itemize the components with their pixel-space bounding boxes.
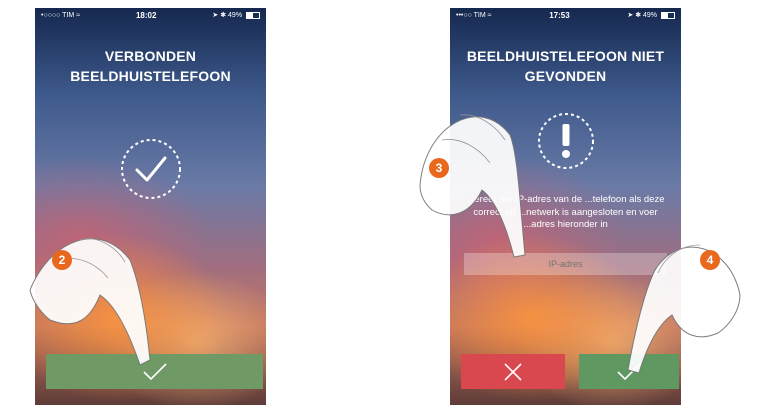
status-time: 18:02 <box>135 10 157 20</box>
pointing-hand-illustration <box>627 244 741 374</box>
battery-icon <box>660 11 675 19</box>
page-title: VERBONDEN BEELDHUISTELEFOON <box>35 46 266 86</box>
battery-icon <box>246 11 260 19</box>
location-icon: ➤ <box>212 12 219 19</box>
carrier-label: •••○○ TIM <box>456 11 486 19</box>
step-badge-4: 4 <box>700 250 720 270</box>
status-bar: •••○○ TIM ≈ 17:53 ➤ ✱ 49% <box>450 8 681 22</box>
pointing-hand-illustration <box>419 114 526 258</box>
wifi-icon: ≈ <box>487 11 492 19</box>
status-time: 17:53 <box>549 10 570 20</box>
title-line-1: VERBONDEN <box>104 48 197 64</box>
location-icon: ➤ <box>627 12 634 19</box>
title-line-1: BEELDHUISTELEFOON NIET <box>466 48 665 64</box>
bluetooth-icon: ✱ <box>220 12 227 19</box>
step-badge-3: 3 <box>429 158 449 178</box>
close-icon <box>504 362 522 381</box>
wifi-icon: ≈ <box>76 11 81 19</box>
page-title: BEELDHUISTELEFOON NIET GEVONDEN <box>450 46 681 86</box>
title-line-2: GEVONDEN <box>524 68 607 84</box>
step-badge-2: 2 <box>52 250 72 270</box>
check-circle-icon <box>120 138 182 200</box>
bluetooth-icon: ✱ <box>635 12 642 19</box>
battery-percent: 49% <box>228 12 243 19</box>
status-bar: •○○○○ TIM ≈ 18:02 ➤ ✱ 49% <box>35 8 266 22</box>
title-line-2: BEELDHUISTELEFOON <box>70 68 231 84</box>
carrier-label: •○○○○ TIM <box>41 11 75 19</box>
cancel-button[interactable] <box>461 354 565 389</box>
battery-percent: 49% <box>643 12 658 19</box>
pointing-hand-illustration <box>29 238 151 366</box>
